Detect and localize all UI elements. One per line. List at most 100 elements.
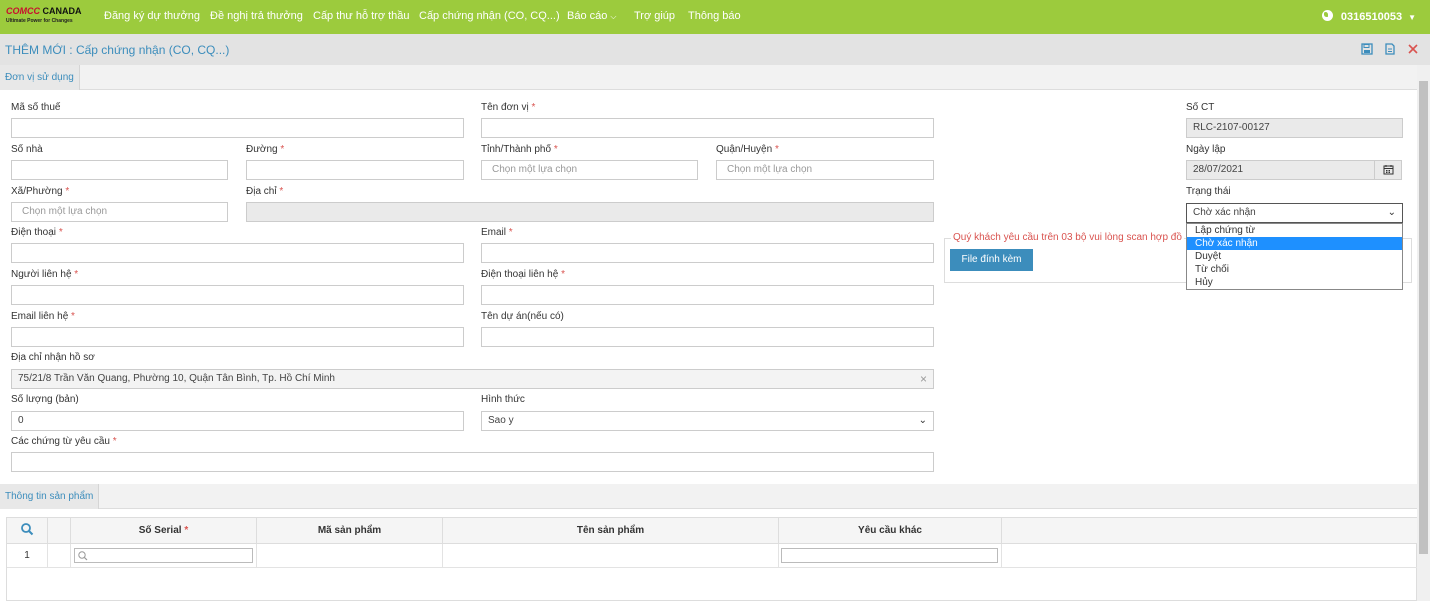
xa-select[interactable]: Chọn một lựa chọn	[11, 202, 228, 222]
file-attach-button[interactable]: File đính kèm	[950, 249, 1033, 271]
email-lien-he-input[interactable]	[11, 327, 464, 347]
trang-thai-value: Chờ xác nhận	[1193, 207, 1256, 218]
globe-icon	[1321, 10, 1333, 21]
chung-tu-input[interactable]	[11, 452, 934, 472]
duong-input[interactable]	[246, 160, 464, 180]
required-mark: *	[774, 144, 779, 155]
tinh-placeholder: Chọn một lựa chọn	[492, 164, 578, 175]
dia-chi-nhan-input[interactable]: 75/21/8 Trần Văn Quang, Phường 10, Quận …	[11, 369, 934, 389]
ten-don-vi-input[interactable]	[481, 118, 934, 138]
quan-placeholder: Chọn một lựa chọn	[727, 164, 813, 175]
grid-search-button[interactable]	[7, 518, 48, 544]
dt-lien-he-input[interactable]	[481, 285, 934, 305]
col-so-serial: Số Serial *	[71, 518, 257, 544]
required-mark: *	[508, 227, 513, 238]
chevron-down-icon: ▼	[1408, 13, 1416, 22]
dt-lien-he-label-text: Điện thoại liên hệ	[481, 269, 559, 280]
col-ma-san-pham: Mã sản phẩm	[257, 518, 443, 544]
tab-thong-tin-san-pham[interactable]: Thông tin sản phẩm	[0, 484, 100, 509]
nav-cap-thu-ho-tro-thau[interactable]: Cấp thư hỗ trợ thầu	[313, 10, 410, 23]
dien-thoai-label-text: Điện thoại	[11, 227, 57, 238]
dia-chi-label: Địa chỉ *	[246, 186, 283, 198]
chevron-down-icon: ⌵	[610, 12, 617, 21]
trang-thai-option-duyet[interactable]: Duyệt	[1187, 250, 1402, 263]
so-nha-input[interactable]	[11, 160, 228, 180]
col-ten-san-pham: Tên sản phẩm	[443, 518, 779, 544]
section-tabstrip-don-vi: Đơn vị sử dụng	[0, 65, 1417, 90]
logo-text-canada: CANADA	[42, 6, 82, 16]
required-mark: *	[279, 186, 284, 197]
ma-so-thue-label: Mã số thuế	[11, 102, 61, 113]
page-scrollbar[interactable]	[1417, 65, 1430, 601]
ma-so-thue-input[interactable]	[11, 118, 464, 138]
tab-don-vi-su-dung[interactable]: Đơn vị sử dụng	[0, 65, 80, 90]
save-icon[interactable]	[1361, 43, 1373, 55]
email-lien-he-label: Email liên hệ *	[11, 311, 75, 323]
calendar-icon	[1383, 165, 1394, 175]
document-icon[interactable]	[1384, 43, 1396, 55]
yeu-cau-khac-input[interactable]	[781, 548, 998, 563]
hinh-thuc-label: Hình thức	[481, 394, 525, 405]
chung-tu-label-text: Các chứng từ yêu cầu	[11, 436, 110, 447]
duong-label: Đường *	[246, 144, 284, 156]
ngay-lap-input[interactable]: 28/07/2021	[1186, 160, 1375, 180]
email-label: Email *	[481, 227, 513, 239]
section-tabstrip-san-pham: Thông tin sản phẩm	[0, 484, 1417, 509]
ten-du-an-input[interactable]	[481, 327, 934, 347]
trang-thai-option-lap-chung-tu[interactable]: Lập chứng từ	[1187, 224, 1402, 237]
product-grid: Số Serial * Mã sản phẩm Tên sản phẩm Yêu…	[6, 517, 1418, 601]
xa-placeholder: Chọn một lựa chọn	[22, 206, 108, 217]
dien-thoai-input[interactable]	[11, 243, 464, 263]
dia-chi-nhan-value: 75/21/8 Trần Văn Quang, Phường 10, Quận …	[18, 373, 335, 384]
nav-dang-ky-du-thuong[interactable]: Đăng ký dự thưởng	[104, 10, 200, 23]
required-mark: *	[531, 102, 536, 113]
nav-de-nghi-tra-thuong[interactable]: Đề nghị trả thưởng	[210, 10, 303, 23]
grid-header: Số Serial * Mã sản phẩm Tên sản phẩm Yêu…	[7, 518, 1418, 544]
nguoi-lien-he-label: Người liên hệ *	[11, 269, 78, 281]
row-index: 1	[7, 544, 48, 568]
dt-lien-he-label: Điện thoại liên hệ *	[481, 269, 565, 281]
nav-bao-cao[interactable]: Báo cáo ⌵	[567, 10, 616, 23]
grid-header-spacer	[48, 518, 71, 544]
trang-thai-option-cho-xac-nhan[interactable]: Chờ xác nhận	[1187, 237, 1402, 250]
chevron-down-icon: ⌄	[918, 415, 927, 426]
account-menu[interactable]: 0316510053 ▼	[1321, 10, 1416, 24]
duong-label-text: Đường	[246, 144, 278, 155]
nav-tro-giup[interactable]: Trợ giúp	[634, 10, 675, 23]
xa-label: Xã/Phường *	[11, 186, 69, 198]
nguoi-lien-he-input[interactable]	[11, 285, 464, 305]
search-icon	[78, 551, 88, 561]
tinh-select[interactable]: Chọn một lựa chọn	[481, 160, 698, 180]
so-serial-input[interactable]	[74, 548, 253, 563]
so-luong-input[interactable]: 0	[11, 411, 464, 431]
hinh-thuc-value: Sao y	[488, 415, 514, 426]
quan-select[interactable]: Chọn một lựa chọn	[716, 160, 934, 180]
trang-thai-select[interactable]: Chờ xác nhận ⌄	[1186, 203, 1403, 223]
calendar-button[interactable]	[1374, 160, 1402, 180]
email-input[interactable]	[481, 243, 934, 263]
clear-icon[interactable]: ×	[920, 370, 927, 388]
required-mark: *	[58, 227, 63, 238]
cell-ten-san-pham	[443, 544, 779, 568]
so-luong-label: Số lượng (bản)	[11, 394, 79, 405]
trang-thai-option-tu-choi[interactable]: Từ chối	[1187, 263, 1402, 276]
cell-yeu-cau-khac	[779, 544, 1002, 568]
required-mark: *	[65, 186, 70, 197]
nav-thong-bao[interactable]: Thông báo	[688, 10, 741, 23]
scrollbar-thumb[interactable]	[1419, 81, 1428, 554]
required-mark: *	[112, 436, 117, 447]
trang-thai-label: Trạng thái	[1186, 186, 1231, 197]
required-mark: *	[184, 525, 189, 536]
close-icon[interactable]	[1407, 43, 1419, 55]
cell-so-serial	[71, 544, 257, 568]
top-navbar: COMCC CANADA Ultimate Power for Changes …	[0, 0, 1430, 34]
trang-thai-dropdown: Lập chứng từ Chờ xác nhận Duyệt Từ chối …	[1186, 223, 1403, 290]
trang-thai-option-huy[interactable]: Hủy	[1187, 276, 1402, 289]
hinh-thuc-select[interactable]: Sao y ⌄	[481, 411, 934, 431]
ten-du-an-label: Tên dự án(nếu có)	[481, 311, 564, 322]
required-mark: *	[74, 269, 79, 280]
email-lien-he-label-text: Email liên hệ	[11, 311, 69, 322]
ngay-lap-label: Ngày lập	[1186, 144, 1226, 155]
brand-logo[interactable]: COMCC CANADA Ultimate Power for Changes	[6, 6, 86, 28]
nav-cap-chung-nhan[interactable]: Cấp chứng nhận (CO, CQ...)	[419, 10, 560, 23]
